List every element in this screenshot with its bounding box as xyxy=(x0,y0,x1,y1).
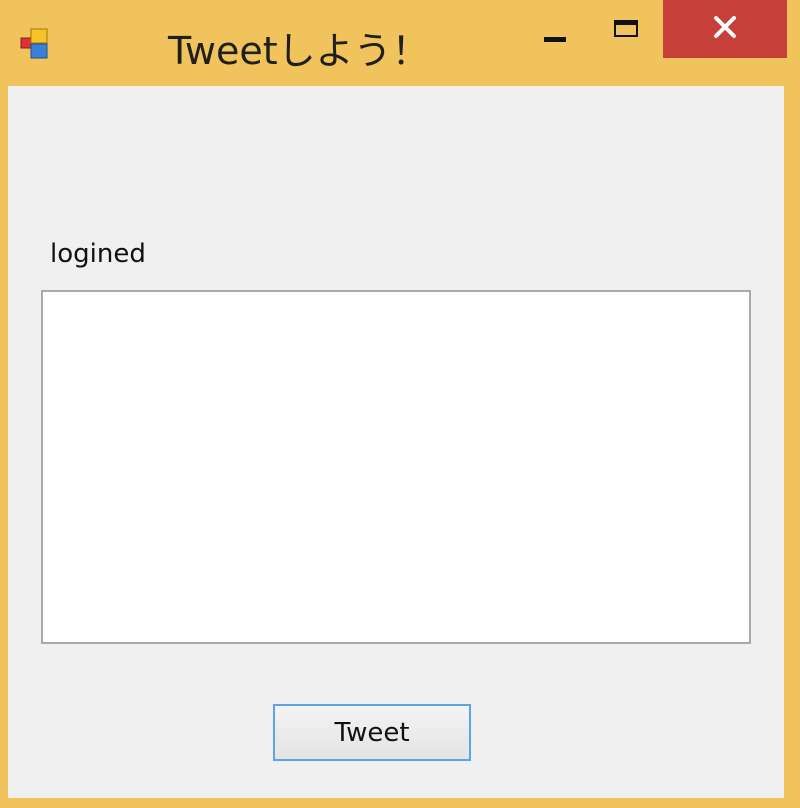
app-form-icon[interactable] xyxy=(18,26,54,62)
close-button[interactable] xyxy=(663,0,787,58)
title-bar[interactable]: Tweetしよう！ xyxy=(0,0,800,84)
tweet-button[interactable]: Tweet xyxy=(273,704,471,761)
maximize-button[interactable] xyxy=(600,12,658,52)
app-window: Tweetしよう！ logined Tweet xyxy=(0,0,800,808)
close-icon xyxy=(713,15,737,39)
minimize-icon xyxy=(544,37,566,42)
minimize-button[interactable] xyxy=(532,18,582,58)
login-status-label: logined xyxy=(50,239,146,269)
form-client-area: logined Tweet xyxy=(8,86,784,798)
window-title: Tweetしよう！ xyxy=(168,29,430,73)
maximize-icon xyxy=(614,20,638,37)
tweet-text-input[interactable] xyxy=(41,290,751,644)
